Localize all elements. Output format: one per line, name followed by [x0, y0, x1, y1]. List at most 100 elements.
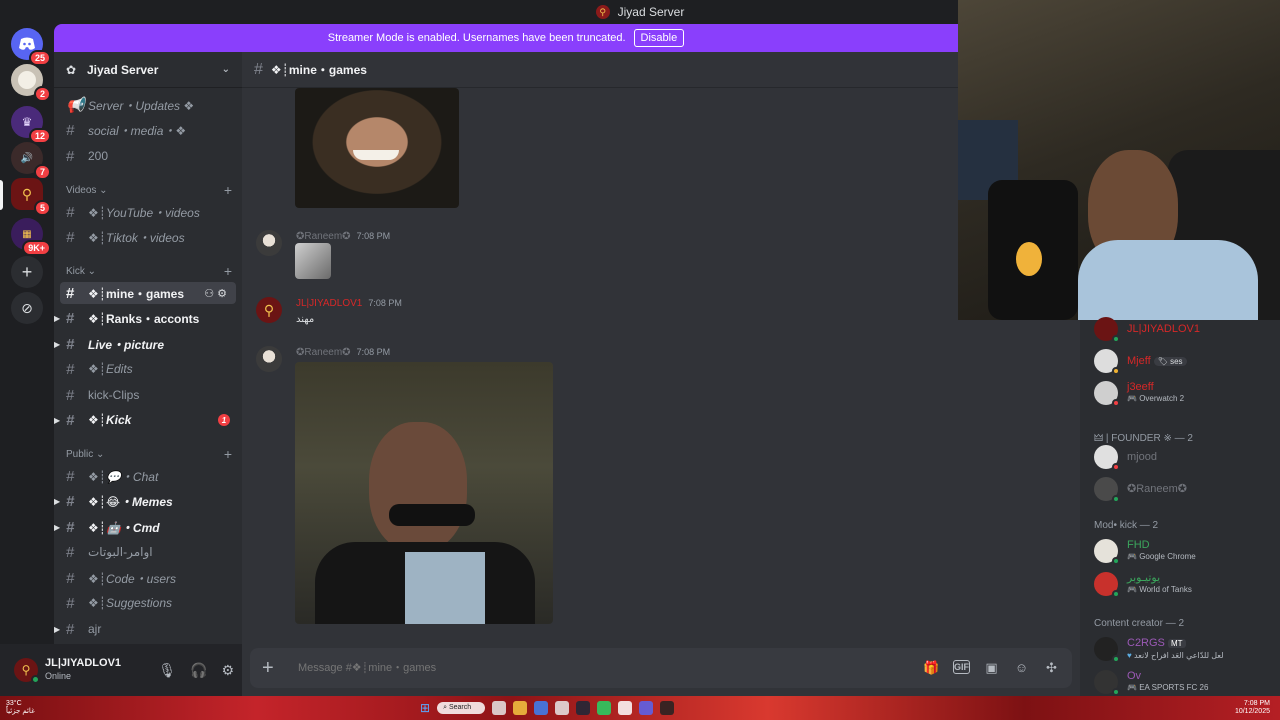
category-kick[interactable]: Kick ⌄ +	[66, 263, 236, 279]
message-image[interactable]	[295, 362, 553, 624]
crown-icon: ♛	[21, 115, 33, 129]
avatar[interactable]	[256, 230, 282, 256]
server-icon-2[interactable]: ♛ 12	[11, 106, 51, 144]
member-item[interactable]: j3eeff 🎮 Overwatch 2	[1094, 378, 1274, 408]
file-explorer-icon[interactable]	[513, 701, 528, 715]
channel-settings-icons[interactable]: ⚇⚙	[204, 287, 230, 300]
server-badge: 2	[33, 86, 51, 102]
windows-start-icon[interactable]: ⊞	[420, 701, 430, 715]
channel-item[interactable]: # ❖┊Suggestions	[60, 592, 236, 614]
member-activity: لعل للدّاعي العَد افراح لانعد	[1133, 650, 1224, 660]
author-name: ✪Raneem✪	[296, 231, 351, 242]
member-name: C2RGS	[1127, 636, 1165, 649]
member-activity: Google Chrome	[1139, 552, 1196, 561]
member-item[interactable]: ✪Raneem✪	[1094, 474, 1274, 504]
message-image-thumb[interactable]	[295, 243, 331, 279]
taskview-icon[interactable]	[492, 701, 507, 715]
avatar[interactable]: ⚲	[256, 297, 282, 323]
game-icon: 🎮	[1127, 394, 1137, 403]
channel-item[interactable]: ▶ # ajr	[54, 618, 236, 640]
user-info[interactable]: JL|JIYADLOV1 Online	[45, 657, 121, 683]
app-icon[interactable]	[555, 701, 570, 715]
server-rail: 25 2 ♛ 12 🔊 7 ⚲ 5 ▦ 9K+ + ⊘	[0, 24, 54, 696]
gift-icon[interactable]: 🎁	[923, 660, 940, 676]
message-input[interactable]	[298, 662, 818, 674]
discord-icon[interactable]	[639, 701, 654, 715]
gear-icon[interactable]: ⚙	[221, 662, 234, 679]
member-item[interactable]: mjood	[1094, 442, 1274, 472]
headphones-icon[interactable]: 🎧	[190, 662, 207, 679]
channel-item[interactable]: # ❖┊Edits	[60, 358, 236, 380]
apps-icon[interactable]: ✣	[1043, 660, 1060, 676]
member-item[interactable]: JL|JIYADLOV1	[1094, 314, 1274, 344]
category-videos[interactable]: Videos ⌄ +	[66, 182, 236, 198]
member-item[interactable]: Ov 🎮 EA SPORTS FC 26	[1094, 667, 1274, 697]
message-author[interactable]: ✪Raneem✪ 7:08 PM	[296, 347, 390, 358]
channel-item[interactable]: #200	[60, 145, 236, 167]
sticker-icon[interactable]: ▣	[983, 660, 1000, 676]
channel-item[interactable]: # ❖┊Code・users	[60, 567, 236, 589]
create-channel-icon[interactable]: +	[224, 446, 232, 462]
discord-window: ⚲ Jiyad Server 25 2 ♛ 12 🔊 7 ⚲ 5 ▦ 9K+ +	[0, 0, 1280, 720]
taskbar-search[interactable]: ⌕ Search	[437, 702, 486, 714]
channel-item[interactable]: ▶ # ❖┊Ranks・acconts	[54, 307, 236, 329]
channel-label: ❖┊mine・games	[88, 286, 185, 301]
hash-icon: #	[66, 386, 75, 404]
channel-item[interactable]: # kick-Clips	[60, 384, 236, 406]
caret-right-icon: ▶	[54, 415, 61, 425]
direct-messages-button[interactable]: 25	[11, 28, 51, 66]
server-icon-folder[interactable]: ▦ 9K+	[11, 218, 51, 256]
app-icon[interactable]	[660, 701, 675, 715]
category-public[interactable]: Public ⌄ +	[66, 446, 236, 462]
member-item[interactable]: يوتيـوبر 🎮 World of Tanks	[1094, 569, 1274, 599]
attach-plus-icon[interactable]: +	[262, 657, 286, 680]
member-group-header: Content creator — 2	[1094, 618, 1185, 629]
whatsapp-icon[interactable]	[597, 701, 612, 715]
member-item[interactable]: C2RGS MT ♥ لعل للدّاعي العَد افراح لانعد	[1094, 634, 1274, 664]
message-author[interactable]: JL|JIYADLOV1 7:08 PM	[296, 298, 402, 309]
member-item[interactable]: Mjeff 🏷 ses	[1094, 346, 1274, 376]
obs-icon[interactable]	[618, 701, 633, 715]
member-item[interactable]: FHD 🎮 Google Chrome	[1094, 536, 1274, 566]
channel-item[interactable]: # ❖┊YouTube・videos	[60, 201, 236, 223]
hash-icon: #	[66, 147, 75, 165]
member-name: j3eeff	[1127, 381, 1154, 393]
weather-widget[interactable]: 33°C غائم جزئياً	[6, 700, 35, 716]
channel-item[interactable]: # ❖┊Tiktok・videos	[60, 226, 236, 248]
unread-badge: 1	[218, 414, 230, 426]
channel-item[interactable]: # ❖┊💬・Chat	[60, 465, 236, 487]
avatar	[1094, 637, 1120, 663]
gif-icon[interactable]: GIF	[953, 660, 970, 674]
channel-item[interactable]: ▶ # ❖┊😂・Memes	[54, 490, 236, 512]
server-icon-3[interactable]: 🔊 7	[11, 142, 51, 180]
add-server-button[interactable]: +	[11, 256, 43, 288]
create-channel-icon[interactable]: +	[224, 182, 232, 198]
microphone-icon[interactable]: 🎙	[158, 662, 176, 679]
guild-header[interactable]: ✿ Jiyad Server ⌄	[54, 52, 242, 88]
message-author[interactable]: ✪Raneem✪ 7:08 PM	[296, 231, 390, 242]
channel-item-active[interactable]: # ❖┊mine・games ⚇⚙	[60, 282, 236, 304]
weather-desc: غائم جزئياً	[6, 708, 35, 715]
channel-item[interactable]: ▶ # Live・picture	[54, 333, 236, 355]
server-icon-jiyad[interactable]: ⚲ 5	[11, 178, 51, 216]
clock[interactable]: 7:08 PM 10/12/2025	[1235, 700, 1270, 716]
avatar[interactable]	[256, 346, 282, 372]
emoji-icon[interactable]: ☺	[1013, 660, 1030, 676]
explore-button[interactable]: ⊘	[11, 292, 43, 324]
create-channel-icon[interactable]: +	[224, 263, 232, 279]
member-list: JL|JIYADLOV1 Mjeff 🏷 ses j3eeff 🎮 Overwat…	[1080, 317, 1280, 697]
channel-item[interactable]: # اوامر-البوتات	[60, 541, 236, 563]
member-activity: World of Tanks	[1139, 585, 1192, 594]
channel-item[interactable]: ▶ # ❖┊🤖・Cmd	[54, 516, 236, 538]
message-composer: + 🎁 GIF ▣ ☺ ✣	[250, 648, 1072, 688]
server-icon-1[interactable]: 2	[11, 64, 51, 102]
channel-item[interactable]: 📢 Server・Updates ❖	[60, 94, 236, 116]
steam-icon[interactable]	[576, 701, 591, 715]
channel-item[interactable]: # social・media・❖	[60, 119, 236, 141]
disable-streamer-button[interactable]: Disable	[633, 29, 685, 47]
user-avatar[interactable]: ⚲	[14, 658, 40, 684]
browser-icon[interactable]	[534, 701, 549, 715]
message-image[interactable]	[295, 88, 459, 208]
os-taskbar: 33°C غائم جزئياً ⊞ ⌕ Search 7:08 PM 10/12/…	[0, 696, 1280, 720]
channel-item[interactable]: ▶ # ❖┊Kick 1	[54, 409, 236, 431]
